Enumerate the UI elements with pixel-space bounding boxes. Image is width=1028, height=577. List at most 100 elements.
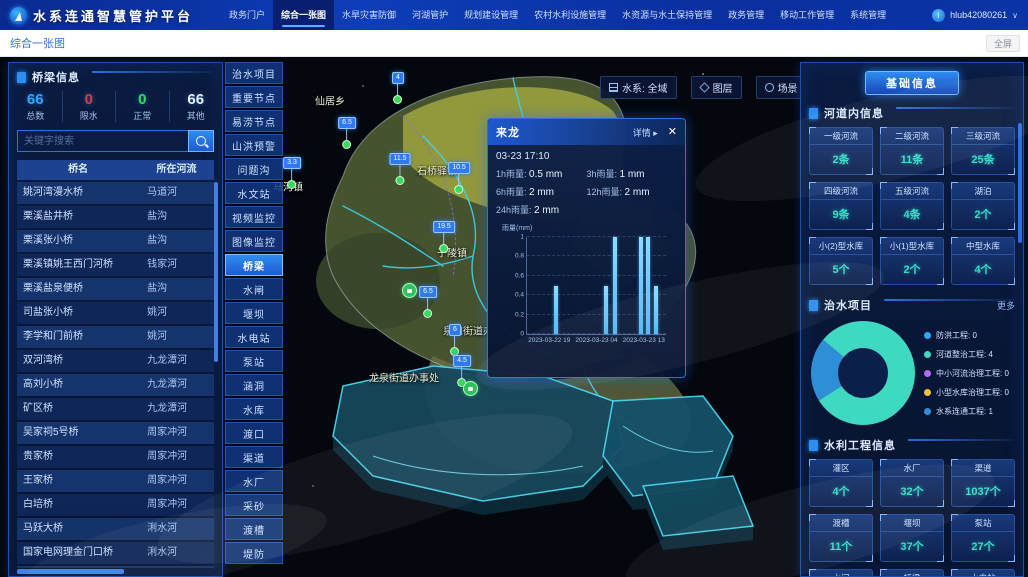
breadcrumb[interactable]: 综合一张图 <box>0 35 65 51</box>
layer-item[interactable]: 堰坝 <box>225 302 283 324</box>
detail-link[interactable]: 详情 ▸ <box>633 126 658 139</box>
nav-item[interactable]: 水资源与水土保持管理 <box>614 0 720 30</box>
map-marker[interactable]: 4 <box>392 72 404 104</box>
table-row[interactable]: 矿区桥九龙潭河 <box>17 398 214 420</box>
layer-item[interactable]: 图像监控 <box>225 230 283 252</box>
layer-item[interactable]: 问题沟 <box>225 158 283 180</box>
layer-item[interactable]: 桥梁 <box>225 254 283 276</box>
map-control[interactable]: 水系: 全域 <box>600 76 677 99</box>
nav-item[interactable]: 系统管理 <box>842 0 894 30</box>
layer-item[interactable]: 渡口 <box>225 422 283 444</box>
layer-item[interactable]: 重要节点 <box>225 86 283 108</box>
stat-cell-value: 2条 <box>810 145 872 174</box>
layer-item[interactable]: 堤防 <box>225 542 283 564</box>
layer-item[interactable]: 采砂 <box>225 494 283 516</box>
table-row[interactable]: 贵家桥周家冲河 <box>17 446 214 468</box>
layer-item[interactable]: 易涝节点 <box>225 110 283 132</box>
table-row[interactable]: 王家桥周家冲河 <box>17 470 214 492</box>
camera-icon[interactable] <box>402 283 417 298</box>
table-row[interactable]: 栗溪盐井桥盐沟 <box>17 206 214 228</box>
search-input[interactable] <box>17 130 188 152</box>
map-marker[interactable]: 6 <box>449 324 461 356</box>
more-link[interactable]: 更多 <box>997 299 1015 312</box>
table-row[interactable]: 栗溪张小桥盐沟 <box>17 230 214 252</box>
table-row[interactable]: 高刘小桥九龙潭河 <box>17 374 214 396</box>
fullscreen-button[interactable]: 全屏 <box>986 35 1020 52</box>
chart-bar <box>646 237 650 334</box>
map-marker[interactable]: 6.5 <box>419 286 437 318</box>
nav-item[interactable]: 政务管理 <box>720 0 772 30</box>
close-icon[interactable]: ✕ <box>668 127 677 138</box>
bridge-stats: 66总数0限水0正常66其他 <box>9 89 222 128</box>
legend-item: 河道整治工程: 4 <box>924 349 1009 360</box>
map-marker[interactable]: 6.5 <box>338 117 356 149</box>
layer-item[interactable]: 泵站 <box>225 350 283 372</box>
user-area[interactable]: i hlub42080261 ∨ <box>932 9 1028 22</box>
basic-info-button[interactable]: 基础信息 <box>865 71 959 95</box>
layer-item[interactable]: 水库 <box>225 398 283 420</box>
layer-item[interactable]: 水文站 <box>225 182 283 204</box>
table-row[interactable]: 马跃大桥浰水河 <box>17 518 214 540</box>
vertical-scrollbar[interactable] <box>214 182 218 568</box>
table-row[interactable]: 司盐张小桥姚河 <box>17 302 214 324</box>
y-tick-label: 0.6 <box>515 272 524 279</box>
table-row[interactable]: 李学和门前桥姚河 <box>17 326 214 348</box>
legend-item: 水系连通工程: 1 <box>924 406 1009 417</box>
map-control[interactable]: 场景 <box>756 76 807 99</box>
header-line <box>92 71 214 73</box>
bridge-name-cell: 双河湾桥 <box>17 350 139 372</box>
y-tick-label: 1 <box>520 234 524 241</box>
nav-item[interactable]: 政务门户 <box>221 0 273 30</box>
map-marker[interactable]: 19.5 <box>433 221 455 253</box>
table-row[interactable]: 姚河湾漫水桥马道河 <box>17 182 214 204</box>
chevron-down-icon[interactable]: ∨ <box>1012 11 1018 20</box>
stat-value: 0 <box>116 91 169 108</box>
header-line <box>884 299 1015 301</box>
vertical-scrollbar[interactable] <box>1018 123 1022 243</box>
nav-item[interactable]: 综合一张图 <box>273 0 334 30</box>
marker-value: 4 <box>392 72 404 84</box>
nav-item[interactable]: 移动工作管理 <box>772 0 842 30</box>
stat-cell-label: 水厂 <box>881 460 943 477</box>
map-marker[interactable]: 10.5 <box>448 162 470 194</box>
map-canvas[interactable]: 仙居乡马河镇石桥驿镇子陵镇泉口街道办龙泉街道办事处46.53.311.510.5… <box>0 56 1028 577</box>
map-control[interactable]: 图层 <box>691 76 742 99</box>
layer-item[interactable]: 视频监控 <box>225 206 283 228</box>
table-row[interactable]: 双河湾桥九龙潭河 <box>17 350 214 372</box>
river-name-cell: 九龙潭河 <box>139 374 214 396</box>
camera-icon[interactable] <box>463 381 478 396</box>
layer-item[interactable]: 水闸 <box>225 278 283 300</box>
layer-item[interactable]: 涵洞 <box>225 374 283 396</box>
town-label: 龙泉街道办事处 <box>369 370 439 385</box>
user-avatar[interactable]: i <box>932 9 945 22</box>
layer-item[interactable]: 水电站 <box>225 326 283 348</box>
map-marker[interactable]: 11.5 <box>389 153 410 185</box>
layer-item[interactable]: 渡槽 <box>225 518 283 540</box>
nav-item[interactable]: 规划建设管理 <box>456 0 526 30</box>
table-row[interactable]: 栗溪盐泉便桥盐沟 <box>17 278 214 300</box>
marker-dot <box>342 140 351 149</box>
stat-cell-label: 一级河流 <box>810 128 872 145</box>
table-row[interactable]: 白培桥周家冲河 <box>17 494 214 516</box>
nav-item[interactable]: 农村水利设施管理 <box>526 0 614 30</box>
table-row[interactable]: 吴家祠5号桥周家冲河 <box>17 422 214 444</box>
river-section-title: 河道内信息 <box>824 105 884 121</box>
layer-item[interactable]: 渠道 <box>225 446 283 468</box>
table-row[interactable]: 栗溪镇姚王西门河桥钱家河 <box>17 254 214 276</box>
table-row[interactable]: 象河水坝桥浰水河 <box>17 566 214 568</box>
river-name-cell: 周家冲河 <box>139 470 214 492</box>
stat-cell-value: 4条 <box>881 200 943 229</box>
nav-item[interactable]: 水旱灾害防御 <box>334 0 404 30</box>
layer-item[interactable]: 山洪预警 <box>225 134 283 156</box>
horizontal-scrollbar[interactable] <box>17 569 212 574</box>
river-stats-grid: 一级河流2条二级河流11条三级河流25条四级河流9条五级河流4条湖泊2个小(2)… <box>801 125 1023 291</box>
map-marker[interactable]: 3.3 <box>283 157 301 189</box>
layer-item[interactable]: 治水项目 <box>225 62 283 84</box>
stat-value: 66 <box>9 91 62 108</box>
search-button[interactable] <box>188 130 214 152</box>
table-row[interactable]: 国家电网理金门口桥浰水河 <box>17 542 214 564</box>
nav-item[interactable]: 河湖管护 <box>404 0 456 30</box>
stat-cell-label: 二级河流 <box>881 128 943 145</box>
stat-cell-value: 4个 <box>952 255 1014 284</box>
layer-item[interactable]: 水厂 <box>225 470 283 492</box>
